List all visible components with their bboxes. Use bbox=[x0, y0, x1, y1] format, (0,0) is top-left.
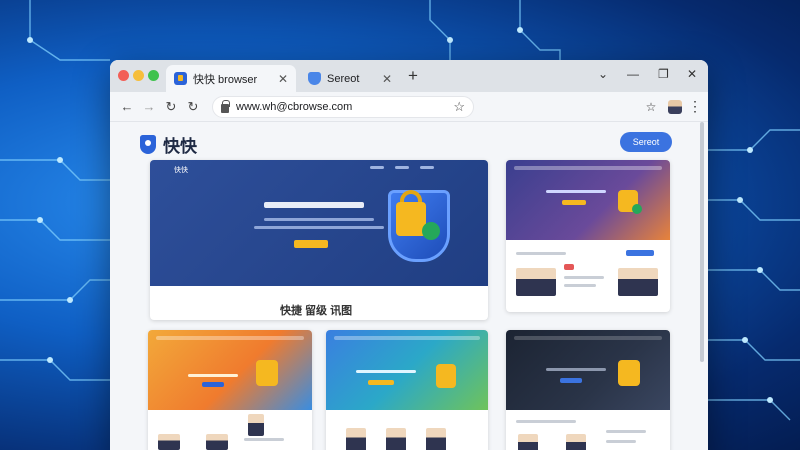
thumbnail-image bbox=[206, 434, 228, 450]
template-card-3[interactable] bbox=[148, 330, 312, 450]
tab-kuaikuai-browser[interactable]: 快快 browser ✕ bbox=[166, 65, 296, 92]
maximize-icon[interactable]: ❐ bbox=[658, 67, 669, 81]
padlock-icon bbox=[436, 364, 456, 388]
chevron-down-icon[interactable]: ⌄ bbox=[598, 67, 608, 81]
lock-icon bbox=[221, 99, 230, 113]
shield-logo-icon bbox=[140, 135, 156, 154]
thumbnail-image bbox=[386, 428, 406, 450]
browser-window: 快快 browser ✕ Sereot ✕ + ⌄ — ❐ ✕ ← → ↻ ↻ … bbox=[110, 60, 708, 450]
template-card-5[interactable] bbox=[506, 330, 670, 450]
minimize-window-dot[interactable] bbox=[133, 70, 144, 81]
card-hero bbox=[506, 160, 670, 240]
tab-strip: 快快 browser ✕ Sereot ✕ + ⌄ — ❐ ✕ bbox=[110, 60, 708, 92]
card-hero bbox=[148, 330, 312, 410]
thumbnail-image bbox=[618, 268, 658, 296]
extension-star-icon[interactable]: ☆ bbox=[640, 100, 662, 114]
close-icon[interactable]: ✕ bbox=[278, 72, 288, 86]
cta-button[interactable] bbox=[294, 240, 328, 248]
kebab-menu-icon[interactable]: ⋮ bbox=[688, 98, 702, 115]
thumbnail-image bbox=[516, 268, 556, 296]
search-input[interactable] bbox=[264, 202, 364, 208]
thumbnail-image bbox=[346, 428, 366, 450]
page-content: 快快 Sereot 快快 快捷 留级 讯图 bbox=[110, 122, 708, 450]
card-hero bbox=[506, 330, 670, 410]
check-badge-icon bbox=[632, 204, 642, 214]
template-card-4[interactable] bbox=[326, 330, 488, 450]
card-hero bbox=[326, 330, 488, 410]
forward-arrow-icon[interactable]: → bbox=[138, 99, 160, 114]
minimize-icon[interactable]: — bbox=[627, 67, 639, 81]
thumbnail-image bbox=[518, 434, 538, 450]
new-tab-icon[interactable]: + bbox=[408, 66, 418, 86]
tab-label: 快快 browser bbox=[193, 73, 258, 86]
thumbnail-image bbox=[158, 434, 180, 450]
bookmark-star-icon[interactable]: ☆ bbox=[453, 99, 465, 115]
url-text[interactable]: www.wh@cbrowse.com bbox=[236, 101, 453, 113]
browser-logo-icon bbox=[174, 72, 187, 85]
padlock-icon bbox=[618, 360, 640, 386]
close-window-dot[interactable] bbox=[118, 70, 129, 81]
card-brand: 快快 bbox=[174, 167, 188, 174]
close-icon[interactable]: ✕ bbox=[382, 72, 392, 86]
thumbnail-image bbox=[248, 414, 264, 436]
site-logo[interactable]: 快快 bbox=[140, 132, 197, 157]
tab-label: Sereot bbox=[327, 72, 360, 85]
shield-icon bbox=[308, 72, 321, 85]
card-caption: 快捷 留级 讯图 bbox=[280, 305, 353, 317]
reload-alt-icon[interactable]: ↻ bbox=[182, 99, 204, 115]
address-bar[interactable]: www.wh@cbrowse.com ☆ bbox=[212, 95, 474, 118]
card-hero: 快快 bbox=[150, 160, 488, 286]
padlock-icon bbox=[256, 360, 278, 386]
thumbnail-image bbox=[426, 428, 446, 450]
template-card-1[interactable]: 快快 快捷 留级 讯图 bbox=[150, 160, 488, 320]
scrollbar[interactable] bbox=[700, 122, 704, 362]
reload-icon[interactable]: ↻ bbox=[160, 99, 182, 115]
thumbnail-image bbox=[566, 434, 586, 450]
profile-avatar-icon[interactable] bbox=[668, 99, 682, 114]
template-card-2[interactable] bbox=[506, 160, 670, 312]
check-badge-icon bbox=[422, 222, 440, 240]
page-title: 快快 bbox=[163, 137, 197, 156]
tab-sereot[interactable]: Sereot ✕ bbox=[300, 65, 400, 92]
zoom-window-dot[interactable] bbox=[148, 70, 159, 81]
close-window-icon[interactable]: ✕ bbox=[687, 67, 697, 81]
sereot-button[interactable]: Sereot bbox=[620, 132, 672, 152]
toolbar: ← → ↻ ↻ www.wh@cbrowse.com ☆ ☆ ⋮ bbox=[110, 92, 708, 122]
back-arrow-icon[interactable]: ← bbox=[116, 99, 138, 114]
